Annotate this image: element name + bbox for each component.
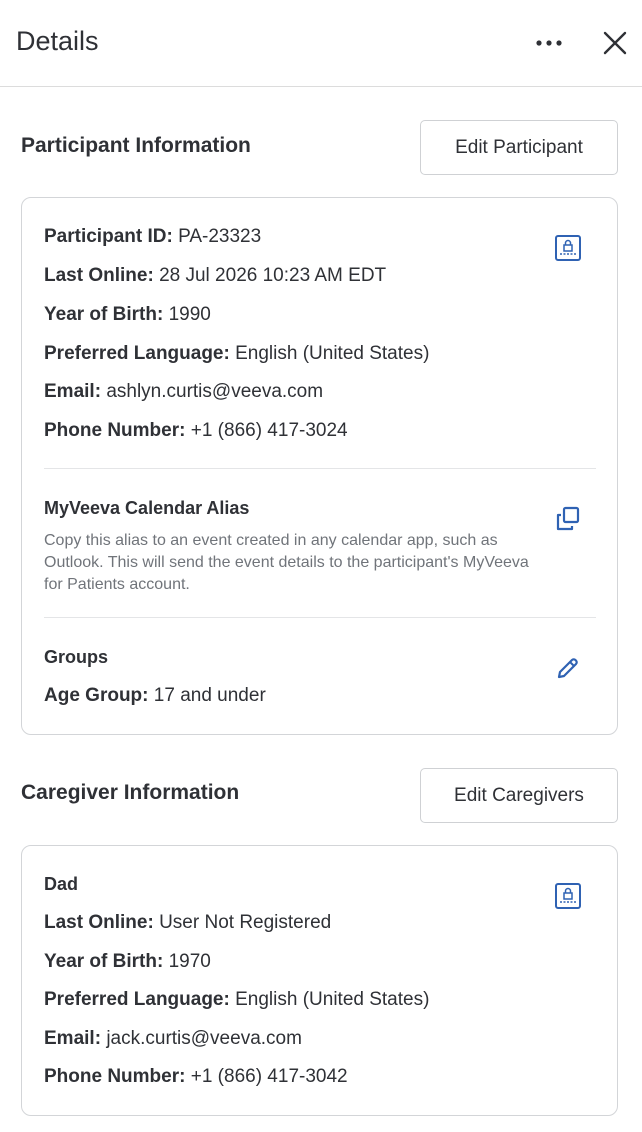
participant-id-value: PA-23323 (178, 226, 262, 247)
caregiver-name: Dad (44, 874, 79, 894)
more-horizontal-icon (536, 40, 562, 46)
participant-section-title: Participant Information (21, 134, 251, 157)
edit-participant-button[interactable]: Edit Participant (420, 120, 618, 175)
participant-card: Participant ID: PA-23323 Last Online: 28… (21, 197, 618, 735)
more-options-button[interactable] (531, 28, 567, 58)
pencil-icon (557, 658, 578, 679)
close-button[interactable] (598, 24, 632, 62)
participant-language-row: Preferred Language: English (United Stat… (44, 343, 430, 364)
participant-phone-row: Phone Number: +1 (866) 417-3024 (44, 420, 348, 441)
lock-card-icon (555, 883, 581, 909)
divider (44, 617, 596, 618)
participant-email-row: Email: ashlyn.curtis@veeva.com (44, 381, 324, 402)
age-group-row: Age Group: 17 and under (44, 685, 266, 706)
page-title: Details (16, 26, 99, 56)
calendar-alias-description: Copy this alias to an event created in a… (44, 532, 529, 593)
details-header: Details (0, 0, 642, 87)
calendar-alias-title: MyVeeva Calendar Alias (44, 498, 250, 518)
caregiver-card: Dad Last Online: User Not Registered Yea… (21, 845, 618, 1116)
caregiver-last-online-row: Last Online: User Not Registered (44, 912, 332, 933)
participant-yob-row: Year of Birth: 1990 (44, 304, 211, 325)
edit-caregivers-button[interactable]: Edit Caregivers (420, 768, 618, 823)
copy-icon (556, 506, 580, 531)
groups-title: Groups (44, 647, 109, 667)
close-icon (603, 31, 627, 55)
caregiver-email-row: Email: jack.curtis@veeva.com (44, 1028, 302, 1049)
caregiver-language-row: Preferred Language: English (United Stat… (44, 989, 430, 1010)
copy-alias-button[interactable] (550, 501, 586, 537)
caregiver-lock-button[interactable] (550, 878, 586, 914)
caregiver-section-title: Caregiver Information (21, 781, 240, 804)
caregiver-yob-row: Year of Birth: 1970 (44, 951, 211, 972)
caregiver-phone-row: Phone Number: +1 (866) 417-3042 (44, 1066, 348, 1087)
lock-card-icon (555, 235, 581, 261)
divider (44, 468, 596, 469)
participant-last-online-row: Last Online: 28 Jul 2026 10:23 AM EDT (44, 265, 387, 286)
edit-groups-button[interactable] (550, 650, 586, 686)
participant-id-row: Participant ID: PA-23323 (44, 226, 262, 247)
participant-lock-button[interactable] (550, 230, 586, 266)
